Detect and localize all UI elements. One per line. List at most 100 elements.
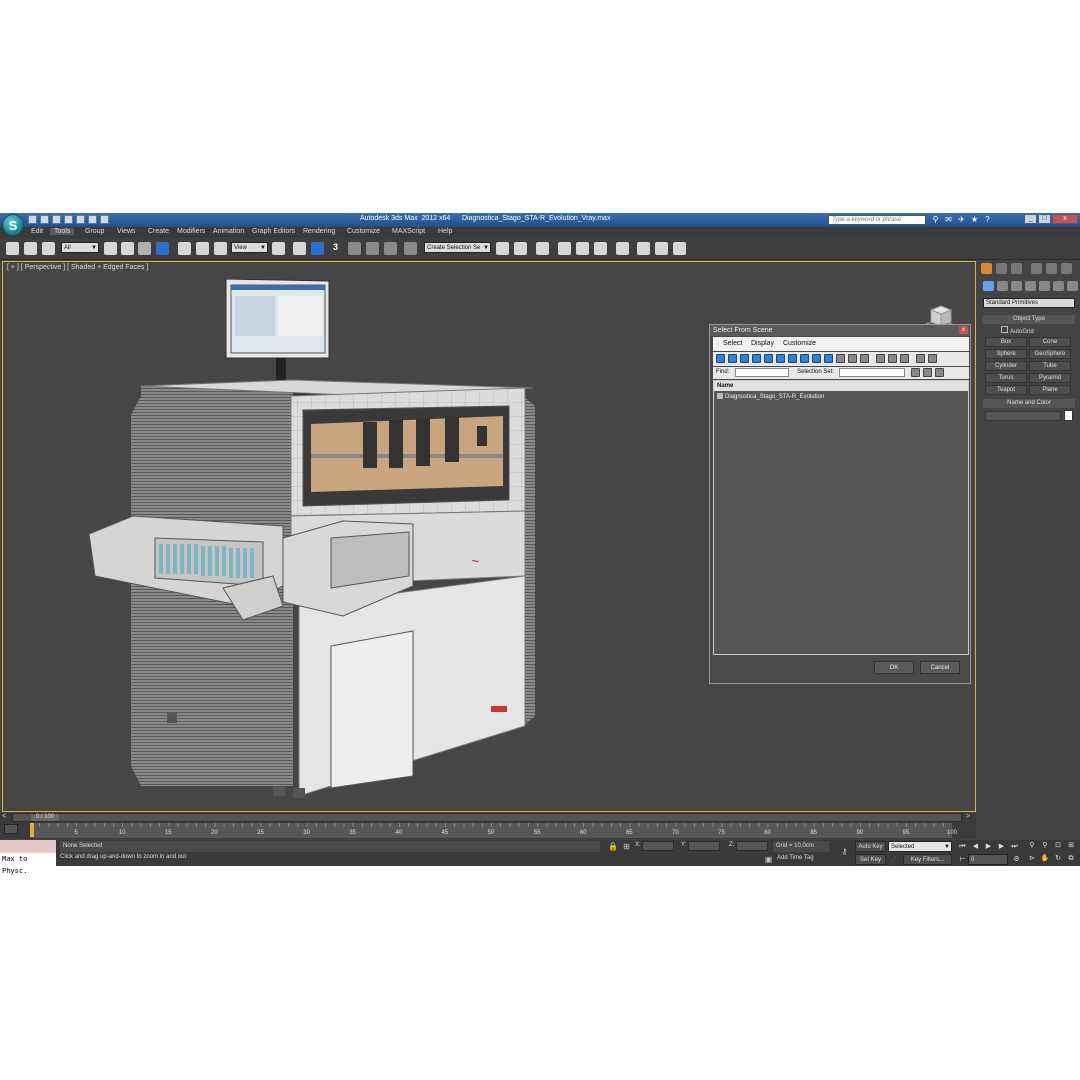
name-and-color-rollout[interactable]: Name and Color <box>983 399 1075 408</box>
maxscript-input[interactable]: Max to Physc. <box>0 853 56 875</box>
y-coordinate-field[interactable] <box>688 841 720 851</box>
menu-tools[interactable]: Tools <box>50 228 75 235</box>
object-type-rollout[interactable]: Object Type <box>983 315 1075 324</box>
add-time-tag-button[interactable]: Add Time Tag <box>777 855 814 861</box>
create-tab-icon[interactable] <box>981 263 992 274</box>
zoom-icon[interactable]: ⚲ <box>1027 841 1037 851</box>
menu-views[interactable]: Views <box>117 228 136 235</box>
key-filters-button[interactable]: Key Filters... <box>903 854 952 865</box>
dialog-menu-select[interactable]: Select <box>723 340 742 347</box>
communication-center-icon[interactable]: ✈ <box>957 215 966 224</box>
helpers-icon[interactable] <box>1039 281 1050 291</box>
display-all-icon[interactable] <box>860 354 869 363</box>
menu-help[interactable]: Help <box>438 228 452 235</box>
go-to-end-icon[interactable]: ⏭ <box>1010 842 1019 851</box>
select-and-scale-icon[interactable] <box>214 242 227 255</box>
key-mode-toggle-icon[interactable]: ⊢ <box>958 855 967 864</box>
display-xrefs-icon[interactable] <box>800 354 809 363</box>
render-setup-icon[interactable] <box>637 242 650 255</box>
previous-frame-icon[interactable]: ◀ <box>971 842 980 851</box>
hierarchy-tab-icon[interactable] <box>1011 263 1022 274</box>
menu-modifiers[interactable]: Modifiers <box>177 228 205 235</box>
cameras-icon[interactable] <box>1025 281 1036 291</box>
select-object-icon[interactable] <box>104 242 117 255</box>
display-hidden-icon[interactable] <box>848 354 857 363</box>
layer-manager-icon[interactable] <box>536 242 549 255</box>
lab-analyzer-model[interactable]: ~ <box>73 276 553 806</box>
slider-next-icon[interactable]: > <box>966 813 970 820</box>
display-cameras-icon[interactable] <box>752 354 761 363</box>
zoom-extents-icon[interactable]: ⊡ <box>1053 841 1063 851</box>
plane-button[interactable]: Plane <box>1029 385 1071 395</box>
utilities-tab-icon[interactable] <box>1061 263 1072 274</box>
angle-snap-icon[interactable] <box>348 242 361 255</box>
display-bones-icon[interactable] <box>812 354 821 363</box>
geosphere-button[interactable]: GeoSphere <box>1029 349 1071 359</box>
new-icon[interactable] <box>28 215 37 224</box>
favorites-icon[interactable]: ★ <box>970 215 979 224</box>
select-and-link-icon[interactable] <box>6 242 19 255</box>
select-invert-icon[interactable] <box>900 354 909 363</box>
cylinder-button[interactable]: Cylinder <box>985 361 1027 371</box>
display-groups-icon[interactable] <box>788 354 797 363</box>
open-icon[interactable] <box>40 215 49 224</box>
undo-icon[interactable] <box>64 215 73 224</box>
autogrid-checkbox[interactable]: AutoGrid <box>1001 326 1034 335</box>
shapes-icon[interactable] <box>997 281 1008 291</box>
systems-icon[interactable] <box>1067 281 1078 291</box>
select-and-rotate-icon[interactable] <box>196 242 209 255</box>
menu-maxscript[interactable]: MAXScript <box>392 228 425 235</box>
display-helpers-icon[interactable] <box>764 354 773 363</box>
zoom-all-icon[interactable]: ⚲ <box>1040 841 1050 851</box>
field-of-view-icon[interactable]: ⊳ <box>1027 854 1037 864</box>
maximize-button[interactable]: □ <box>1038 214 1051 224</box>
ok-button[interactable]: OK <box>874 661 914 674</box>
mini-curve-editor-icon[interactable] <box>4 824 18 834</box>
sphere-button[interactable]: Sphere <box>985 349 1027 359</box>
redo-icon[interactable] <box>76 215 85 224</box>
named-selection-dropdown[interactable]: Create Selection Se ▼ <box>424 242 491 253</box>
torus-button[interactable]: Torus <box>985 373 1027 383</box>
teapot-button[interactable]: Teapot <box>985 385 1027 395</box>
maximize-viewport-icon[interactable]: ⧉ <box>1066 854 1076 864</box>
remove-selection-set-icon[interactable] <box>923 368 932 377</box>
absolute-mode-icon[interactable]: ⊞ <box>622 842 631 851</box>
maxscript-listener[interactable]: Max to Physc. <box>0 840 56 875</box>
reference-coordinate-dropdown[interactable]: View ▼ <box>231 242 268 253</box>
primitive-type-dropdown[interactable]: Standard Primitives <box>983 298 1075 308</box>
display-geometry-icon[interactable] <box>716 354 725 363</box>
cancel-button[interactable]: Cancel <box>920 661 960 674</box>
selection-lock-icon[interactable]: 🔒 <box>608 842 618 851</box>
sync-selection-icon[interactable] <box>928 354 937 363</box>
selection-set-dropdown[interactable] <box>839 368 905 377</box>
auto-key-button[interactable]: Auto Key <box>855 841 886 852</box>
display-frozen-icon[interactable] <box>836 354 845 363</box>
pan-view-icon[interactable]: ✋ <box>1040 854 1050 864</box>
help-icon[interactable]: ? <box>983 215 992 224</box>
menu-group[interactable]: Group <box>85 228 104 235</box>
create-selection-set-icon[interactable] <box>911 368 920 377</box>
x-coordinate-field[interactable] <box>642 841 674 851</box>
list-column-name[interactable]: Name <box>714 381 968 391</box>
motion-tab-icon[interactable] <box>1031 263 1042 274</box>
percent-snap-icon[interactable] <box>366 242 379 255</box>
scene-object-list[interactable]: Name Diagnostica_Stago_STA-R_Evolution <box>713 380 969 655</box>
zoom-extents-all-icon[interactable]: ⊞ <box>1066 841 1076 851</box>
edit-named-selection-icon[interactable] <box>404 242 417 255</box>
minimize-button[interactable]: _ <box>1024 214 1037 224</box>
search-input[interactable]: Type a keyword or phrase <box>828 215 926 225</box>
mirror-icon[interactable] <box>496 242 509 255</box>
z-coordinate-field[interactable] <box>736 841 768 851</box>
time-slider-thumb[interactable]: 0 / 100 <box>31 814 59 821</box>
filter-icon[interactable] <box>916 354 925 363</box>
keyboard-shortcut-override-icon[interactable] <box>311 242 324 255</box>
select-none-icon[interactable] <box>888 354 897 363</box>
rectangular-selection-icon[interactable] <box>138 242 151 255</box>
rendered-frame-window-icon[interactable] <box>655 242 668 255</box>
save-icon[interactable] <box>52 215 61 224</box>
list-item[interactable]: Diagnostica_Stago_STA-R_Evolution <box>717 393 824 400</box>
window-crossing-icon[interactable] <box>156 242 169 255</box>
application-button[interactable]: S <box>2 214 24 236</box>
geometry-icon[interactable] <box>983 281 994 291</box>
select-by-name-icon[interactable] <box>121 242 134 255</box>
